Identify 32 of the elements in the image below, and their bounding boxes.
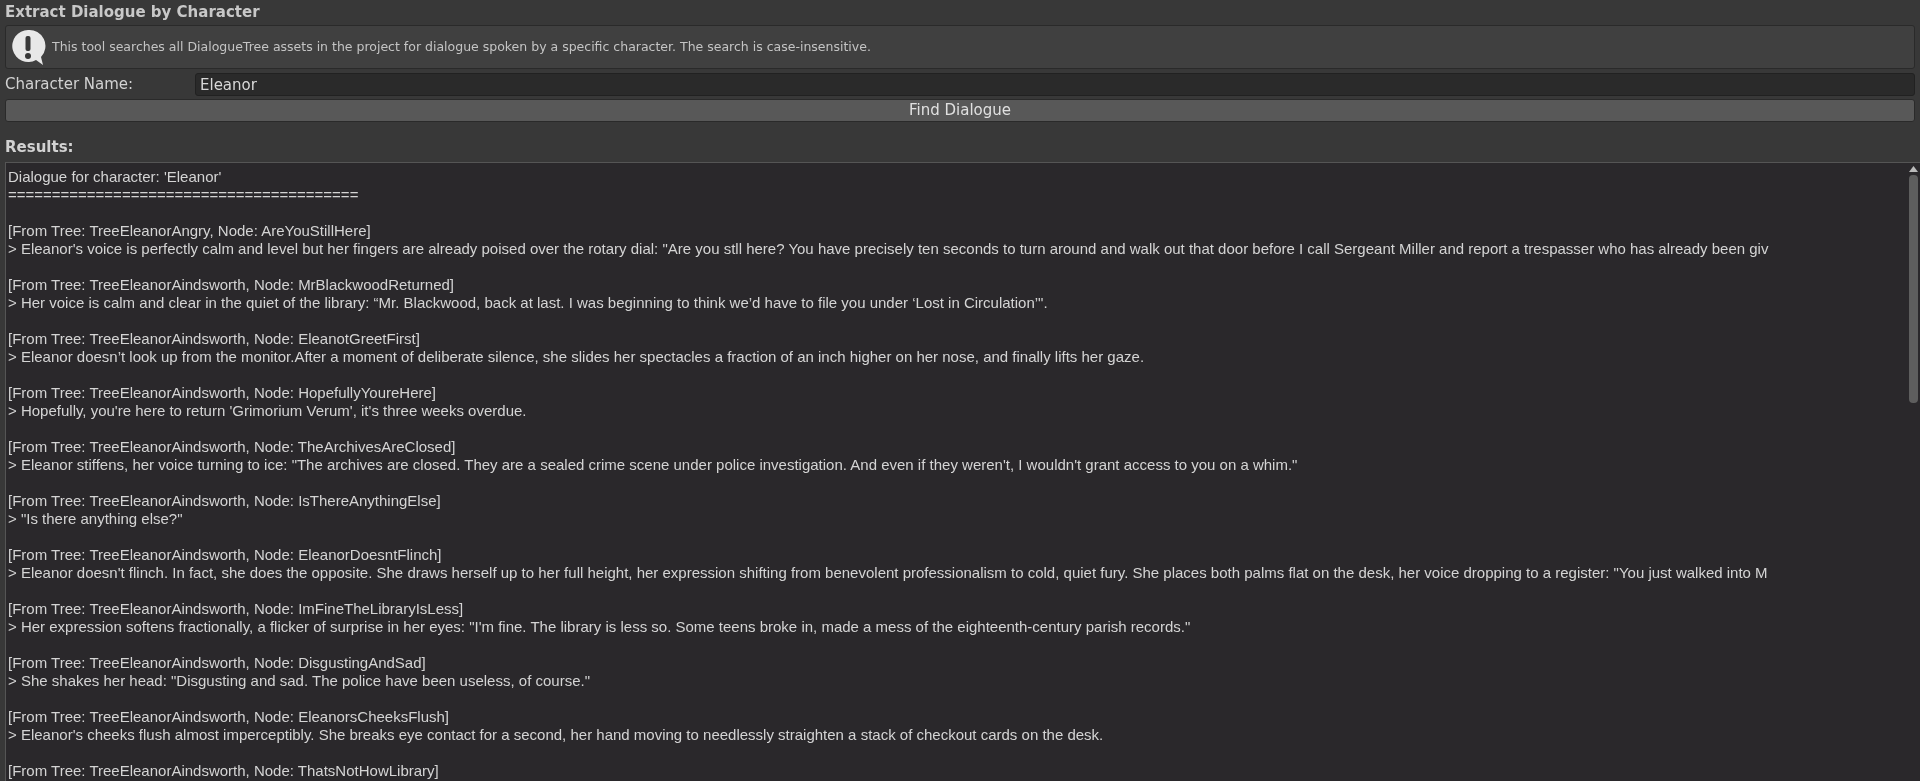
scrollbar-thumb[interactable]	[1909, 175, 1918, 403]
dialogue-line: > Eleanor doesn’t look up from the monitor.After a moment of deliberate silence, she slides her spectacles a fraction of an inch higher on her nose, and finally lifts her gaze.	[8, 348, 1145, 366]
source-line: [From Tree: TreeEleanorAngry, Node: AreYouStillHere]	[8, 222, 371, 240]
separator-line: ========================================	[8, 186, 359, 204]
dialogue-line: > Eleanor stiffens, her voice turning to ice: "The archives are closed. They are a sealed crime scene under police investigation. And even if they weren't, I wouldn't grant access to you on a whim."	[8, 456, 1298, 474]
source-line: [From Tree: TreeEleanorAindsworth, Node: HopefullyYoureHere]	[8, 384, 436, 402]
field-label: Character Name:	[5, 74, 135, 96]
source-line: [From Tree: TreeEleanorAindsworth, Node: ThatsNotHowLibrary]	[8, 762, 439, 780]
source-line: [From Tree: TreeEleanorAindsworth, Node: MrBlackwoodReturned]	[8, 276, 455, 294]
dialogue-line: > Her voice is calm and clear in the quiet of the library: “Mr. Blackwood, back at last. I was beginning to think we’d have to file you under ‘Lost in Circulation’".	[8, 294, 1048, 312]
source-line: [From Tree: TreeEleanorAindsworth, Node: TheArchivesAreClosed]	[8, 438, 456, 456]
dialogue-line: > She shakes her head: "Disgusting and sad. The police have been useless, of course."	[8, 672, 590, 690]
dialogue-line: > Eleanor's cheeks flush almost imperceptibly. She breaks eye contact for a second, her hand moving to needlessly straighten a stack of checkout cards on the desk.	[8, 726, 1104, 744]
source-line: [From Tree: TreeEleanorAindsworth, Node: ImFineTheLibraryIsLess]	[8, 600, 464, 618]
source-line: [From Tree: TreeEleanorAindsworth, Node: EleanorDoesntFlinch]	[8, 546, 442, 564]
dialogue-line: > Eleanor's voice is perfectly calm and level but her fingers are already poised over the rotary dial: "Are you stll here? You have precisely ten seconds to turn around and walk out that door before I call Sergeant Miller and report a trespasser who has already been giv	[8, 240, 1769, 258]
source-line: [From Tree: TreeEleanorAindsworth, Node: EleanorsCheeksFlush]	[8, 708, 450, 726]
character-name-field[interactable]: Eleanor	[195, 73, 1915, 96]
results-heading: Dialogue for character: 'Eleanor'	[8, 168, 222, 186]
dialogue-line: > Hopefully, you're here to return 'Grimorium Verum', it's three weeks overdue.	[8, 402, 527, 420]
find-dialogue-button[interactable]: Find Dialogue	[5, 99, 1915, 122]
source-line: [From Tree: TreeEleanorAindsworth, Node: IsThereAnythingElse]	[8, 492, 441, 510]
source-line: [From Tree: TreeEleanorAindsworth, Node: DisgustingAndSad]	[8, 654, 426, 672]
dialogue-line: > Eleanor doesn't flinch. In fact, she does the opposite. She draws herself up to her full height, her expression shifting from benevolent professionalism to cold, quiet fury. She places both palms flat on the desk, her voice dropping to a register: "You just walked into M	[8, 564, 1768, 582]
source-line: [From Tree: TreeEleanorAindsworth, Node: EleanotGreetFirst]	[8, 330, 420, 348]
help-text: This tool searches all DialogueTree assets in the project for dialogue spoken by a specific character. The search is case-insensitive.	[52, 37, 871, 56]
dialogue-line: > "Is there anything else?"	[8, 510, 183, 528]
window-title: Extract Dialogue by Character	[5, 2, 261, 24]
dialogue-line: > Her expression softens fractionally, a flicker of surprise in her eyes: "I'm fine. The library is less so. Some teens broke in, made a mess of the eighteenth-century parish records."	[8, 618, 1191, 636]
warning-icon	[10, 28, 46, 66]
results-label: Results:	[5, 138, 75, 156]
scroll-up-icon[interactable]	[1909, 166, 1918, 172]
